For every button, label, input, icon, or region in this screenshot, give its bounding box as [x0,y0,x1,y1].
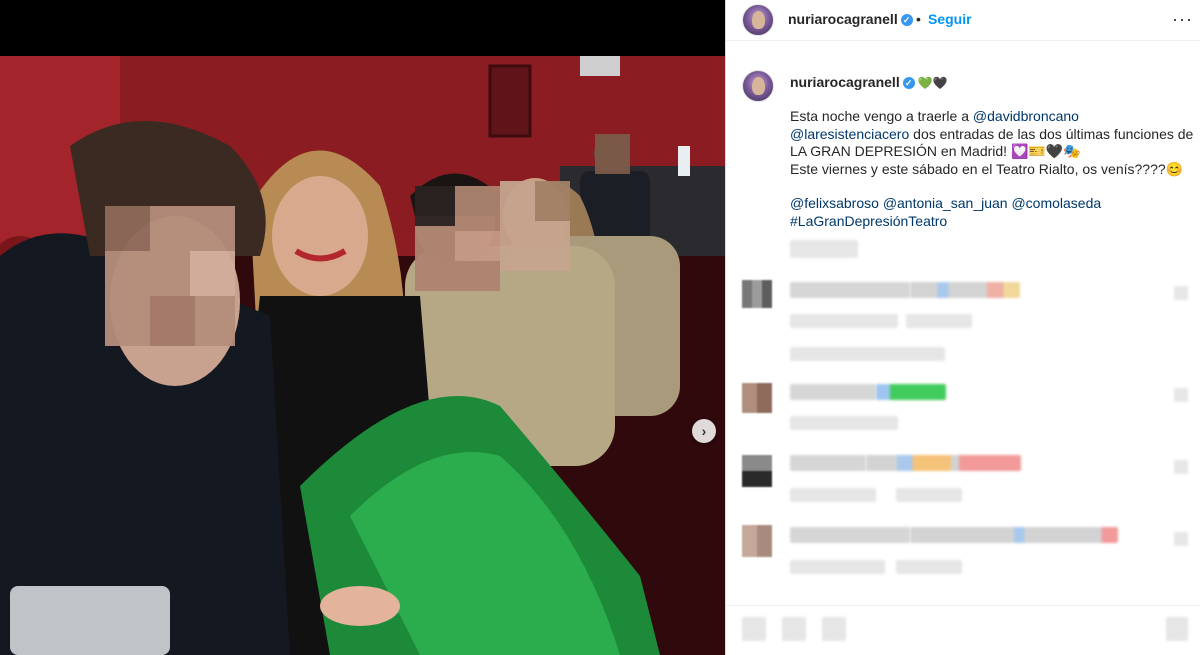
comment-meta-blurred [790,416,898,430]
hashtag-lagrandepresionteatro[interactable]: #LaGranDepresiónTeatro [790,213,947,229]
comment-like-icon[interactable] [1174,286,1188,300]
comment-username-blurred [790,282,910,298]
follow-button[interactable]: Seguir [928,11,972,27]
comment-reply-blurred [896,560,962,574]
separator-dot: • [916,11,921,27]
caption-username[interactable]: nuriarocagranell [790,74,900,90]
photo-illustration [0,56,725,655]
more-options-icon[interactable]: ··· [1172,9,1193,30]
comment-avatar[interactable] [742,383,772,413]
action-bar-divider [726,605,1200,606]
comment-avatar[interactable] [742,280,772,308]
caption-username-row: nuriarocagranell ✓ 💚🖤 [790,74,948,92]
comment-meta-blurred [790,314,898,328]
comment-like-icon[interactable] [1174,460,1188,474]
caption-timestamp-blurred [790,240,858,258]
mention-antonia-san-juan[interactable]: @antonia_san_juan [883,195,1008,211]
post-side-panel: nuriarocagranell ✓ • Seguir ··· nuriaroca… [725,0,1200,655]
comment-reply-blurred [896,488,962,502]
author-avatar[interactable] [742,4,774,36]
caption-line-1: Esta noche vengo a traerle a [790,108,973,124]
comment-meta-blurred [790,488,876,502]
verified-badge-icon: ✓ [902,76,915,89]
caption-author-avatar[interactable] [742,70,774,102]
author-username-row: nuriarocagranell ✓ [788,11,913,29]
mention-laresistenciacero[interactable]: @laresistenciacero [790,126,909,142]
like-icon[interactable] [742,617,766,641]
save-icon[interactable] [1166,617,1188,641]
chevron-right-icon: › [701,423,707,439]
caption-heart-emojis: 💚🖤 [917,76,948,90]
mention-davidbroncano[interactable]: @davidbroncano [973,108,1079,124]
comment-like-icon[interactable] [1174,388,1188,402]
next-photo-button[interactable]: › [692,419,716,443]
view-replies-blurred[interactable] [790,347,945,361]
comment-text-blurred [876,384,946,400]
verified-badge-icon: ✓ [900,13,913,26]
post-header: nuriarocagranell ✓ • Seguir ··· [726,0,1200,41]
caption-text: Esta noche vengo a traerle a @davidbronc… [790,108,1200,230]
post-photo-pane: › [0,0,725,655]
comment-avatar[interactable] [742,525,772,557]
comment-icon[interactable] [782,617,806,641]
comment-reply-blurred [906,314,972,328]
comment-avatar[interactable] [742,455,772,487]
comment-text-blurred [910,282,1020,298]
post-photo[interactable]: › [0,56,725,655]
comment-meta-blurred [790,560,885,574]
mention-comolaseda[interactable]: @comolaseda [1011,195,1101,211]
mention-felixsabroso[interactable]: @felixsabroso [790,195,879,211]
comment-text-blurred [866,455,1021,471]
comment-username-blurred [790,527,910,543]
comment-like-icon[interactable] [1174,532,1188,546]
author-username[interactable]: nuriarocagranell [788,11,898,27]
comment-username-blurred [790,384,876,400]
caption-line-3: Este viernes y este sábado en el Teatro … [790,160,1184,177]
comment-text-blurred [910,527,1118,543]
comment-username-blurred [790,455,866,471]
share-icon[interactable] [822,617,846,641]
